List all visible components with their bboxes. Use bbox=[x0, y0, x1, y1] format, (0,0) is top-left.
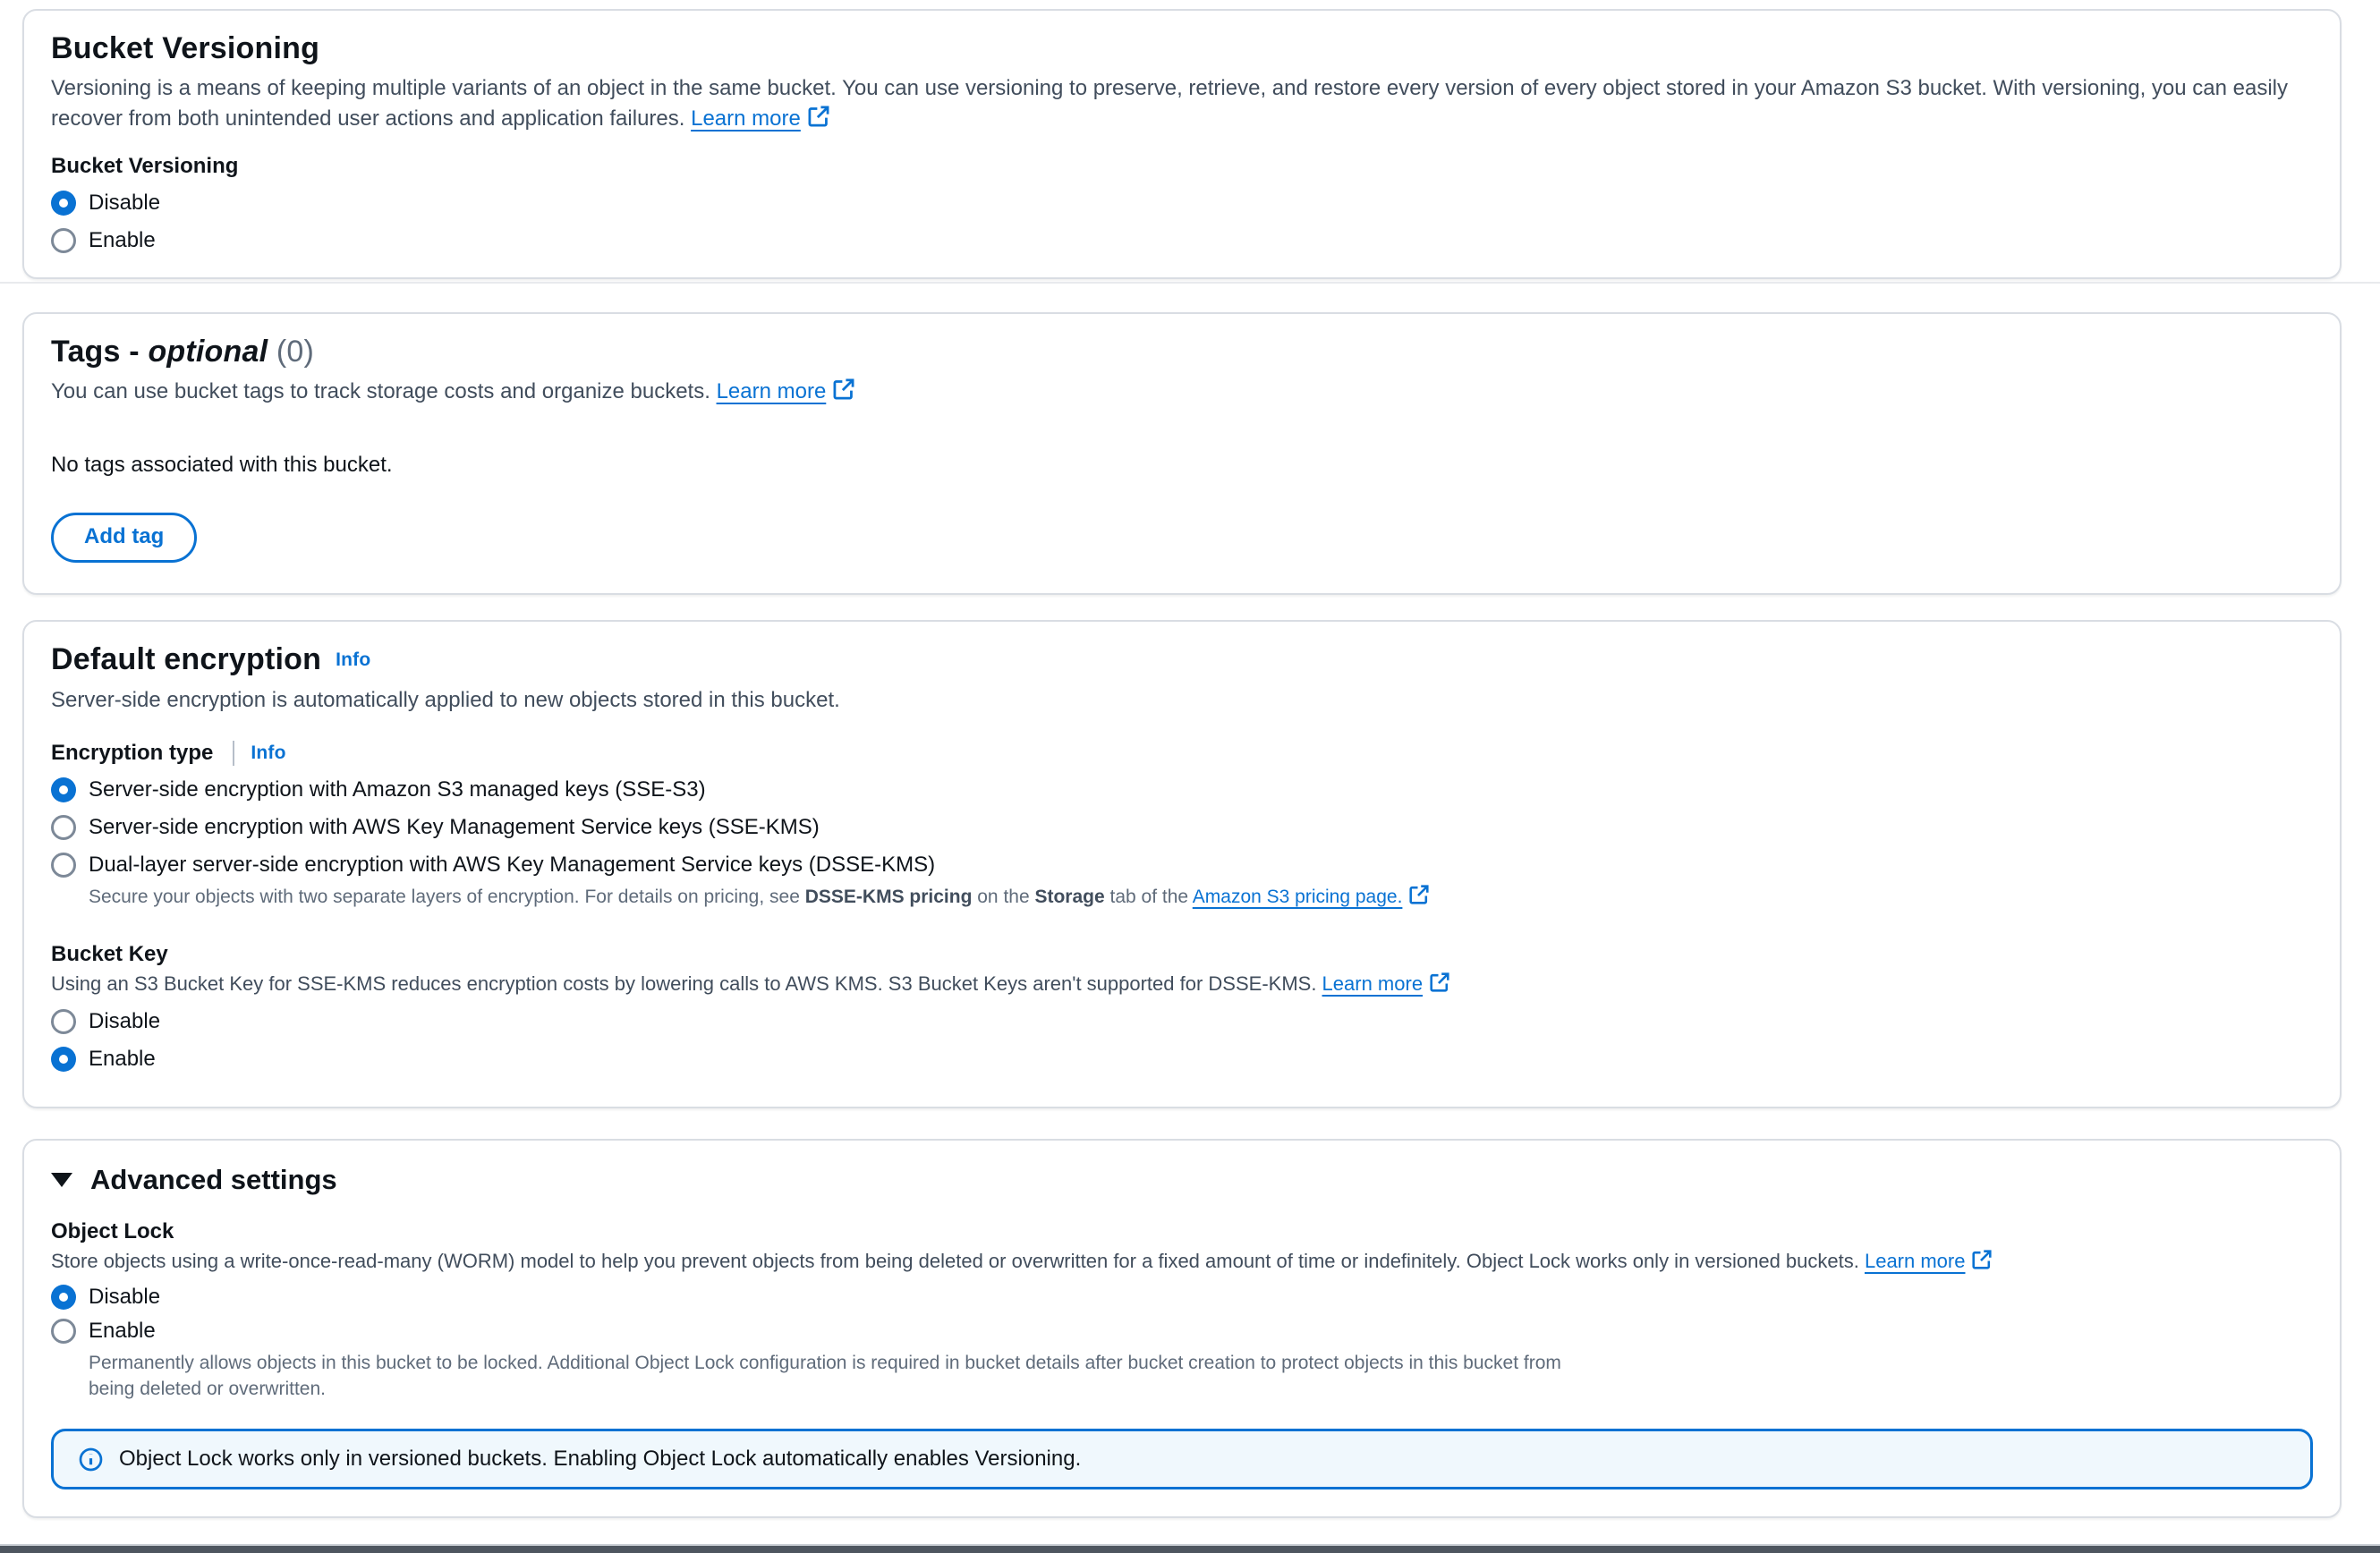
learn-more-label: Learn more bbox=[717, 379, 827, 403]
radio-button[interactable] bbox=[51, 853, 76, 878]
section-title-bucket-versioning: Bucket Versioning bbox=[51, 30, 2313, 66]
advanced-settings-title: Advanced settings bbox=[90, 1164, 337, 1196]
object-lock-alert-text: Object Lock works only in versioned buck… bbox=[119, 1446, 1081, 1472]
note-text: Secure your objects with two separate la… bbox=[89, 887, 805, 907]
radio-encryption-sse-s3[interactable]: Server-side encryption with Amazon S3 ma… bbox=[51, 776, 2313, 803]
radio-button[interactable] bbox=[51, 1009, 76, 1034]
bucket-key-description-text: Using an S3 Bucket Key for SSE-KMS reduc… bbox=[51, 972, 1322, 995]
encryption-type-label: Encryption type bbox=[51, 741, 213, 766]
page-bottom-edge bbox=[0, 1544, 2380, 1553]
radio-object-lock-disable[interactable]: Disable bbox=[51, 1284, 2313, 1311]
tags-title-main: Tags - bbox=[51, 335, 148, 369]
external-link-icon bbox=[1408, 884, 1430, 905]
section-title-default-encryption: Default encryption Info bbox=[51, 641, 2313, 678]
bucket-key-label: Bucket Key bbox=[51, 942, 2313, 967]
section-bucket-versioning: Bucket Versioning Versioning is a means … bbox=[22, 9, 2342, 279]
radio-label: Disable bbox=[89, 190, 160, 216]
object-lock-description-text: Store objects using a write-once-read-ma… bbox=[51, 1250, 1865, 1272]
external-link-icon bbox=[832, 378, 855, 401]
radio-button[interactable] bbox=[51, 1319, 76, 1344]
radio-label: Server-side encryption with Amazon S3 ma… bbox=[89, 776, 706, 803]
radio-encryption-sse-kms[interactable]: Server-side encryption with AWS Key Mana… bbox=[51, 814, 2313, 841]
radio-label: Disable bbox=[89, 1284, 160, 1311]
vertical-divider bbox=[233, 741, 234, 766]
radio-button-selected[interactable] bbox=[51, 191, 76, 216]
bucket-key-learn-more-link[interactable]: Learn more bbox=[1322, 972, 1451, 995]
tags-description-text: You can use bucket tags to track storage… bbox=[51, 379, 717, 403]
add-tag-button[interactable]: Add tag bbox=[51, 513, 197, 563]
default-encryption-title-text: Default encryption bbox=[51, 642, 321, 676]
section-advanced-settings: Advanced settings Object Lock Store obje… bbox=[22, 1139, 2342, 1518]
create-bucket-form: Bucket Versioning Versioning is a means … bbox=[0, 0, 2380, 1553]
tags-count: (0) bbox=[268, 335, 314, 369]
external-link-icon bbox=[1429, 972, 1450, 993]
bucket-key-description: Using an S3 Bucket Key for SSE-KMS reduc… bbox=[51, 971, 2313, 997]
tags-empty-state-text: No tags associated with this bucket. bbox=[51, 452, 2313, 479]
radio-encryption-dsse-kms[interactable]: Dual-layer server-side encryption with A… bbox=[51, 852, 2313, 878]
radio-button-selected[interactable] bbox=[51, 777, 76, 802]
note-bold-dsse-pricing: DSSE-KMS pricing bbox=[805, 887, 973, 907]
object-lock-info-alert: Object Lock works only in versioned buck… bbox=[51, 1429, 2313, 1489]
tags-description: You can use bucket tags to track storage… bbox=[51, 377, 2313, 407]
default-encryption-info-link[interactable]: Info bbox=[336, 649, 370, 670]
radio-label: Server-side encryption with AWS Key Mana… bbox=[89, 814, 820, 841]
radio-bucket-key-enable[interactable]: Enable bbox=[51, 1046, 2313, 1073]
external-link-icon bbox=[1971, 1249, 1993, 1270]
learn-more-label: Learn more bbox=[1865, 1250, 1966, 1272]
amazon-s3-pricing-page-link[interactable]: Amazon S3 pricing page. bbox=[1193, 887, 1431, 907]
radio-versioning-enable[interactable]: Enable bbox=[51, 227, 2313, 254]
note-text: tab of the bbox=[1105, 887, 1193, 907]
tags-title-optional: optional bbox=[148, 335, 268, 369]
info-icon bbox=[79, 1447, 103, 1472]
caret-down-icon bbox=[51, 1173, 72, 1187]
bucket-versioning-description: Versioning is a means of keeping multipl… bbox=[51, 73, 2313, 134]
learn-more-label: Learn more bbox=[1322, 972, 1424, 995]
note-bold-storage: Storage bbox=[1034, 887, 1104, 907]
radio-versioning-disable[interactable]: Disable bbox=[51, 190, 2313, 216]
learn-more-label: Learn more bbox=[691, 106, 801, 131]
object-lock-enable-note: Permanently allows objects in this bucke… bbox=[89, 1350, 1565, 1402]
default-encryption-description: Server-side encryption is automatically … bbox=[51, 685, 2313, 716]
encryption-type-info-link[interactable]: Info bbox=[251, 743, 285, 764]
radio-object-lock-enable[interactable]: Enable bbox=[51, 1318, 2313, 1345]
bucket-versioning-field-label: Bucket Versioning bbox=[51, 154, 2313, 179]
object-lock-learn-more-link[interactable]: Learn more bbox=[1865, 1250, 1993, 1272]
external-link-icon bbox=[807, 105, 830, 128]
radio-label: Dual-layer server-side encryption with A… bbox=[89, 852, 935, 878]
radio-button[interactable] bbox=[51, 815, 76, 840]
bucket-versioning-description-text: Versioning is a means of keeping multipl… bbox=[51, 76, 2288, 131]
object-lock-description: Store objects using a write-once-read-ma… bbox=[51, 1248, 2313, 1275]
section-default-encryption: Default encryption Info Server-side encry… bbox=[22, 620, 2342, 1108]
section-title-tags: Tags - optional (0) bbox=[51, 334, 2313, 369]
link-label: Amazon S3 pricing page. bbox=[1193, 887, 1403, 907]
bucket-versioning-learn-more-link[interactable]: Learn more bbox=[691, 106, 830, 131]
advanced-settings-expander[interactable]: Advanced settings bbox=[51, 1164, 2313, 1196]
radio-label: Enable bbox=[89, 1046, 156, 1073]
radio-label: Enable bbox=[89, 227, 156, 254]
radio-bucket-key-disable[interactable]: Disable bbox=[51, 1008, 2313, 1035]
radio-button-selected[interactable] bbox=[51, 1285, 76, 1310]
horizontal-divider bbox=[0, 282, 2380, 284]
radio-label: Disable bbox=[89, 1008, 160, 1035]
section-tags: Tags - optional (0) You can use bucket t… bbox=[22, 312, 2342, 595]
encryption-type-label-row: Encryption type Info bbox=[51, 741, 2313, 766]
radio-label: Enable bbox=[89, 1318, 156, 1345]
note-text: on the bbox=[972, 887, 1034, 907]
dsse-kms-pricing-note: Secure your objects with two separate la… bbox=[89, 884, 2313, 910]
radio-button[interactable] bbox=[51, 228, 76, 253]
tags-learn-more-link[interactable]: Learn more bbox=[717, 379, 856, 403]
object-lock-label: Object Lock bbox=[51, 1219, 2313, 1244]
radio-button-selected[interactable] bbox=[51, 1047, 76, 1072]
